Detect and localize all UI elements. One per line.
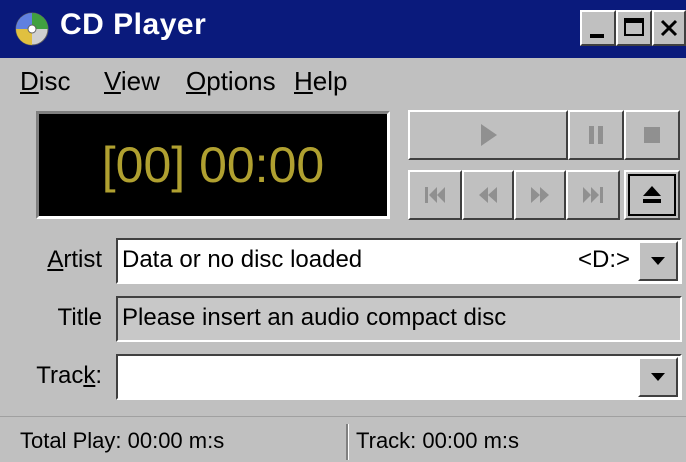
previous-track-button[interactable]: [408, 170, 462, 220]
status-divider: [346, 424, 349, 460]
window-title: CD Player: [60, 8, 207, 41]
maximize-icon: [624, 18, 644, 36]
artist-dropdown-button[interactable]: [638, 241, 678, 281]
pause-icon: [589, 126, 603, 144]
rewind-icon: [479, 187, 497, 203]
pause-button[interactable]: [568, 110, 624, 160]
play-button[interactable]: [408, 110, 568, 160]
maximize-button[interactable]: [616, 10, 652, 46]
eject-icon: [643, 186, 661, 203]
stop-icon: [644, 127, 660, 143]
stop-button[interactable]: [624, 110, 680, 160]
minimize-icon: [590, 34, 604, 38]
title-label: Title: [57, 304, 102, 331]
close-button[interactable]: [652, 10, 686, 46]
minimize-button[interactable]: [580, 10, 616, 46]
track-dropdown-button[interactable]: [638, 357, 678, 397]
artist-value: Data or no disc loaded: [122, 246, 363, 273]
fast-forward-icon: [531, 187, 549, 203]
title-value: Please insert an audio compact disc: [122, 304, 507, 331]
eject-button[interactable]: [624, 170, 680, 220]
fast-forward-button[interactable]: [514, 170, 566, 220]
menu-view[interactable]: View: [104, 66, 160, 97]
cd-disc-icon: [15, 12, 49, 46]
next-track-button[interactable]: [566, 170, 620, 220]
skip-forward-icon: [583, 187, 603, 203]
time-readout: [00] 00:00: [101, 137, 325, 193]
menu-help[interactable]: Help: [294, 66, 347, 97]
drive-letter: <D:>: [578, 246, 631, 273]
track-time-status: Track: 00:00 m:s: [356, 428, 520, 453]
total-play-status: Total Play: 00:00 m:s: [20, 428, 225, 453]
rewind-button[interactable]: [462, 170, 514, 220]
play-icon: [481, 124, 497, 146]
track-select[interactable]: [116, 354, 682, 400]
artist-label: Artist: [47, 246, 102, 273]
menu-disc[interactable]: Disc: [20, 66, 71, 97]
close-icon: [660, 19, 678, 37]
chevron-down-icon: [651, 373, 665, 381]
chevron-down-icon: [651, 257, 665, 265]
menu-options[interactable]: Options: [186, 66, 276, 97]
skip-back-icon: [425, 187, 445, 203]
track-label: Track:: [36, 362, 102, 389]
